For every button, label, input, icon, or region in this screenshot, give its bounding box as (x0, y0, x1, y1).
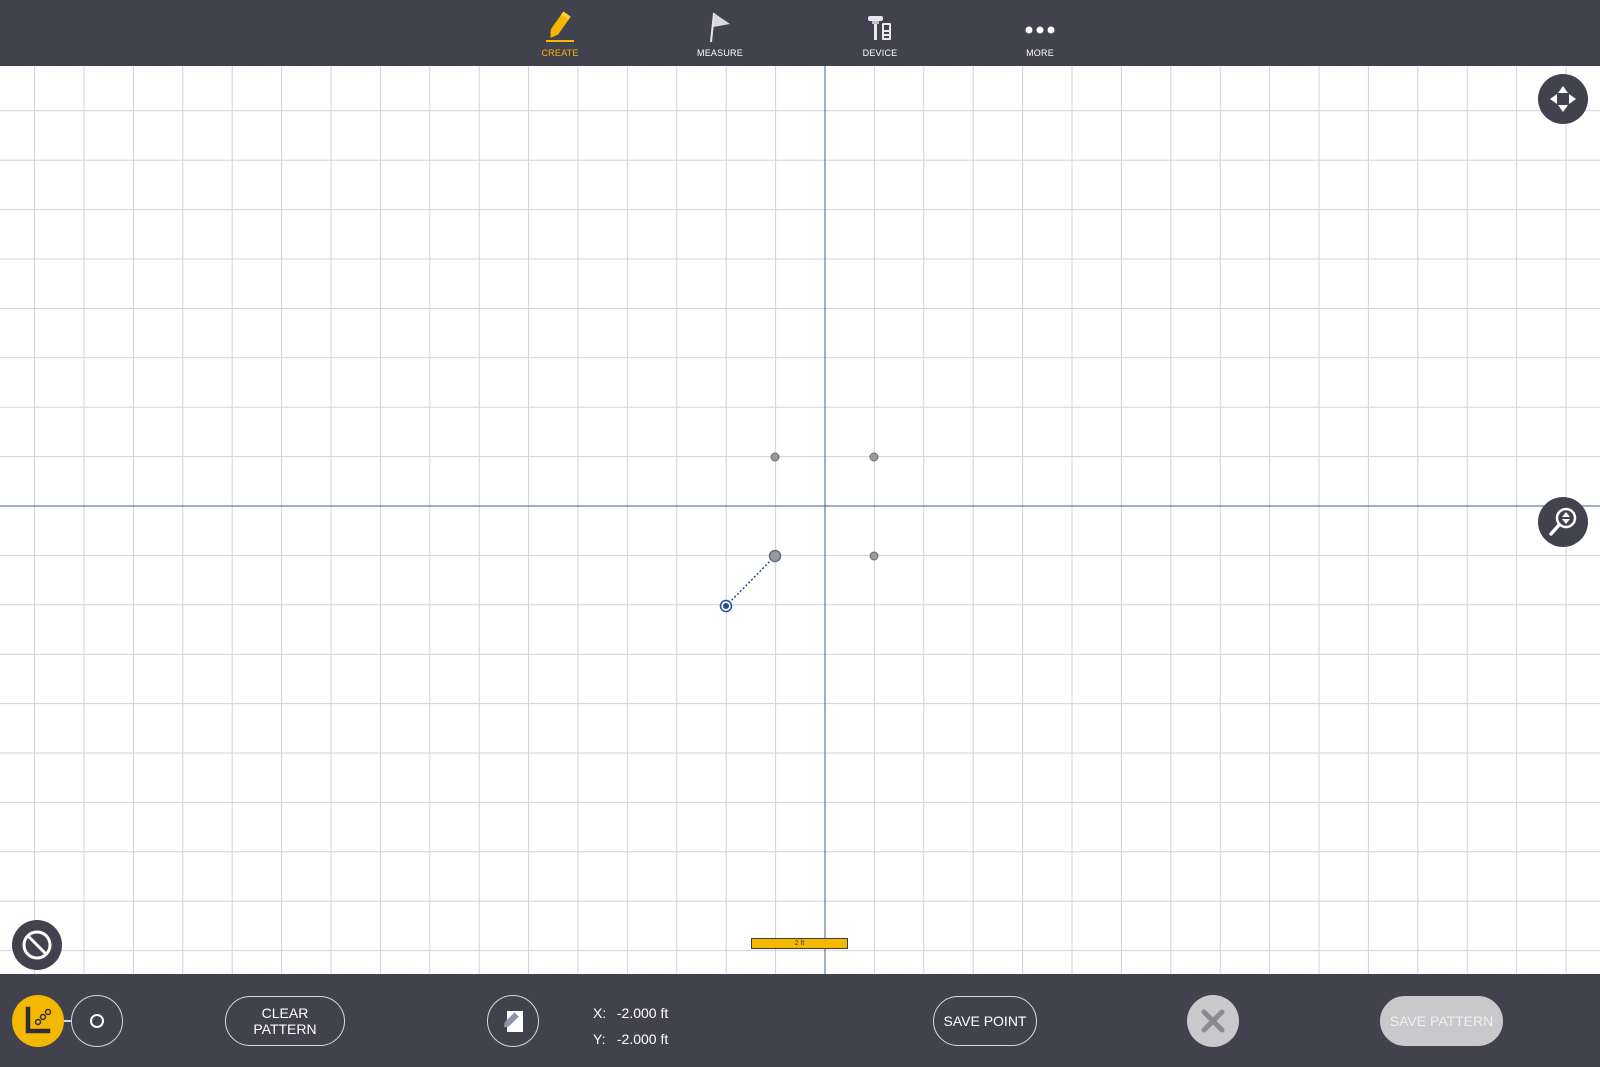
clear-pattern-button[interactable]: CLEAR PATTERN (225, 996, 345, 1046)
y-label: Y: (593, 1031, 606, 1047)
edit-note-icon (503, 1011, 523, 1032)
pattern-point[interactable] (869, 551, 879, 561)
pan-button[interactable] (1538, 74, 1588, 124)
scale-bar: 2 ft (751, 938, 848, 949)
y-coordinate: Y: -2.000 ft (593, 1026, 668, 1052)
nav-create-label: CREATE (541, 48, 579, 58)
nav-measure-label: MEASURE (697, 48, 743, 58)
x-value: -2.000 ft (616, 1005, 669, 1021)
toggle-connector (64, 1020, 71, 1022)
delete-button[interactable] (1187, 995, 1239, 1047)
y-value: -2.000 ft (616, 1031, 669, 1047)
device-icon (860, 10, 900, 44)
top-nav-bar: CREATE MEASURE DEVICE MORE (0, 0, 1600, 66)
flag-icon (700, 10, 740, 44)
x-label: X: (593, 1005, 607, 1021)
pattern-connector-line (725, 555, 776, 607)
nav-more-label: MORE (1026, 48, 1054, 58)
grid-canvas[interactable] (0, 66, 1600, 974)
nav-more[interactable]: MORE (990, 0, 1090, 66)
pattern-point-selected[interactable] (768, 549, 782, 563)
pan-arrows-icon (1550, 86, 1576, 112)
x-coordinate: X: -2.000 ft (593, 1000, 668, 1026)
edit-note-button[interactable] (487, 995, 539, 1047)
coordinate-readout: X: -2.000 ft Y: -2.000 ft (593, 1000, 668, 1052)
pencil-icon (540, 10, 580, 44)
point-type-button[interactable] (71, 995, 123, 1047)
save-point-button[interactable]: SAVE POINT (933, 996, 1037, 1046)
grid-lines (0, 66, 1600, 974)
more-dots-icon (1020, 10, 1060, 44)
nav-device[interactable]: DEVICE (830, 0, 930, 66)
zoom-magnifier-icon (1549, 507, 1577, 536)
prohibit-icon (22, 930, 52, 960)
nav-create[interactable]: CREATE (510, 0, 610, 66)
zoom-button[interactable] (1538, 497, 1588, 547)
save-pattern-button[interactable]: SAVE PATTERN (1380, 996, 1503, 1046)
close-x-icon (1201, 1009, 1225, 1033)
nav-device-label: DEVICE (862, 48, 898, 58)
pattern-point[interactable] (770, 452, 780, 462)
circle-point-icon (90, 1014, 104, 1028)
layout-canvas[interactable] (0, 66, 1600, 974)
nav-measure[interactable]: MEASURE (670, 0, 770, 66)
pattern-type-button[interactable] (12, 995, 64, 1047)
l-pattern-icon (25, 1006, 52, 1034)
cancel-command-button[interactable] (12, 920, 62, 970)
current-point-dot (723, 603, 729, 609)
pattern-point[interactable] (869, 452, 879, 462)
